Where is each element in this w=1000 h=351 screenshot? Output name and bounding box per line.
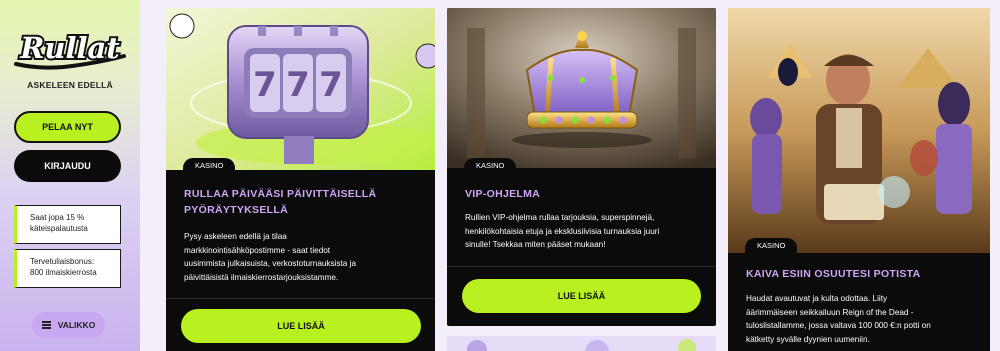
card-text-line: kätketty syvälle dyynien uumeniin. [746,334,870,344]
card-title: VIP-OHJELMA [465,188,541,200]
card-text-line: tuloslistallamme, jossa valtava 100 000 … [746,321,931,330]
crown-image [447,8,716,168]
card-description: Rullien VIP-ohjelma rullaa tarjouksia, s… [465,211,710,252]
card-text-line: päivittäisistä ilmaiskierrostarjouksista… [184,272,339,282]
card-description: Pysy askeleen edellä ja tilaa markkinoin… [184,230,424,284]
card-text-line: äärimmäiseen seikkailuun Reign of the De… [746,307,914,317]
promo-card-daily-spin[interactable]: 7 7 7 KASINO RULLAA PÄIVÄÄSI PÄIVITTÄISE… [166,8,435,351]
card-text-line: sinulle! Tsekkaa miten pääset mukaan! [465,240,606,249]
read-more-button[interactable]: LUE LISÄÄ [181,309,421,343]
slot-machine-image: 7 7 7 [166,8,435,170]
card-text-line: Pysy askeleen edellä ja tilaa [184,232,287,241]
divider [166,298,435,299]
promo-line: 800 ilmaiskierrosta [30,268,97,277]
card-text-line: Rullien VIP-ohjelma rullaa tarjouksia, s… [465,213,655,222]
card-title-line: PYÖRÄYTYKSELLÄ [184,204,288,216]
promo-line: käteispalautusta [30,224,88,233]
logo-text: Rullat [19,31,120,65]
card-text-line: markkinointisähköpostimme - saat tiedot [184,245,331,255]
promo-card-leaderboard[interactable]: KASINO KAIVA ESIIN OSUUTESI POTISTA Haud… [728,8,990,351]
hamburger-icon [41,320,51,331]
login-button[interactable]: KIRJAUDU [14,150,121,182]
menu-label: VALIKKO [57,320,96,330]
card-title: RULLAA PÄIVÄÄSI PÄIVITTÄISELLÄ PYÖRÄYTYK… [184,186,376,218]
tagline: ASKELEEN EDELLÄ [27,80,113,90]
sidebar: Rullat ASKELEEN EDELLÄ PELAA NYT KIRJAUD… [0,0,140,351]
promo-cashback[interactable]: Saat jopa 15 % käteispalautusta [14,205,121,244]
egyptian-adventure-image [728,8,990,253]
card-text-line: Haudat avautuvat ja kulta odottaa. Liity [746,294,888,303]
next-card-image-peek [447,336,716,351]
read-more-button[interactable]: LUE LISÄÄ [462,279,701,313]
card-title-line: RULLAA PÄIVÄÄSI PÄIVITTÄISELLÄ [184,188,377,200]
play-now-button[interactable]: PELAA NYT [14,111,121,143]
card-description: Haudat avautuvat ja kulta odottaa. Liity… [746,292,986,346]
promo-card-vip[interactable]: KASINO VIP-OHJELMA Rullien VIP-ohjelma r… [447,8,716,326]
svg-text:7: 7 [253,65,277,105]
category-tag: KASINO [745,238,798,254]
category-tag: KASINO [183,158,236,174]
promo-line: Saat jopa 15 % [30,213,85,222]
svg-text:7: 7 [286,65,310,105]
svg-text:7: 7 [319,65,343,105]
promo-line: Tervetuliaisbonus: [30,257,95,266]
menu-button[interactable]: VALIKKO [32,312,105,338]
card-title: KAIVA ESIIN OSUUTESI POTISTA [746,268,921,280]
category-tag: KASINO [464,158,517,174]
divider [447,266,716,267]
rullat-logo[interactable]: Rullat [12,26,128,72]
card-text-line: uusimmista julkaisuista, verkostoturnauk… [184,259,357,268]
promo-welcome-bonus[interactable]: Tervetuliaisbonus: 800 ilmaiskierrosta [14,249,121,288]
card-text-line: henkilökohtaisia etuja ja eksklusiivisia… [465,226,660,236]
